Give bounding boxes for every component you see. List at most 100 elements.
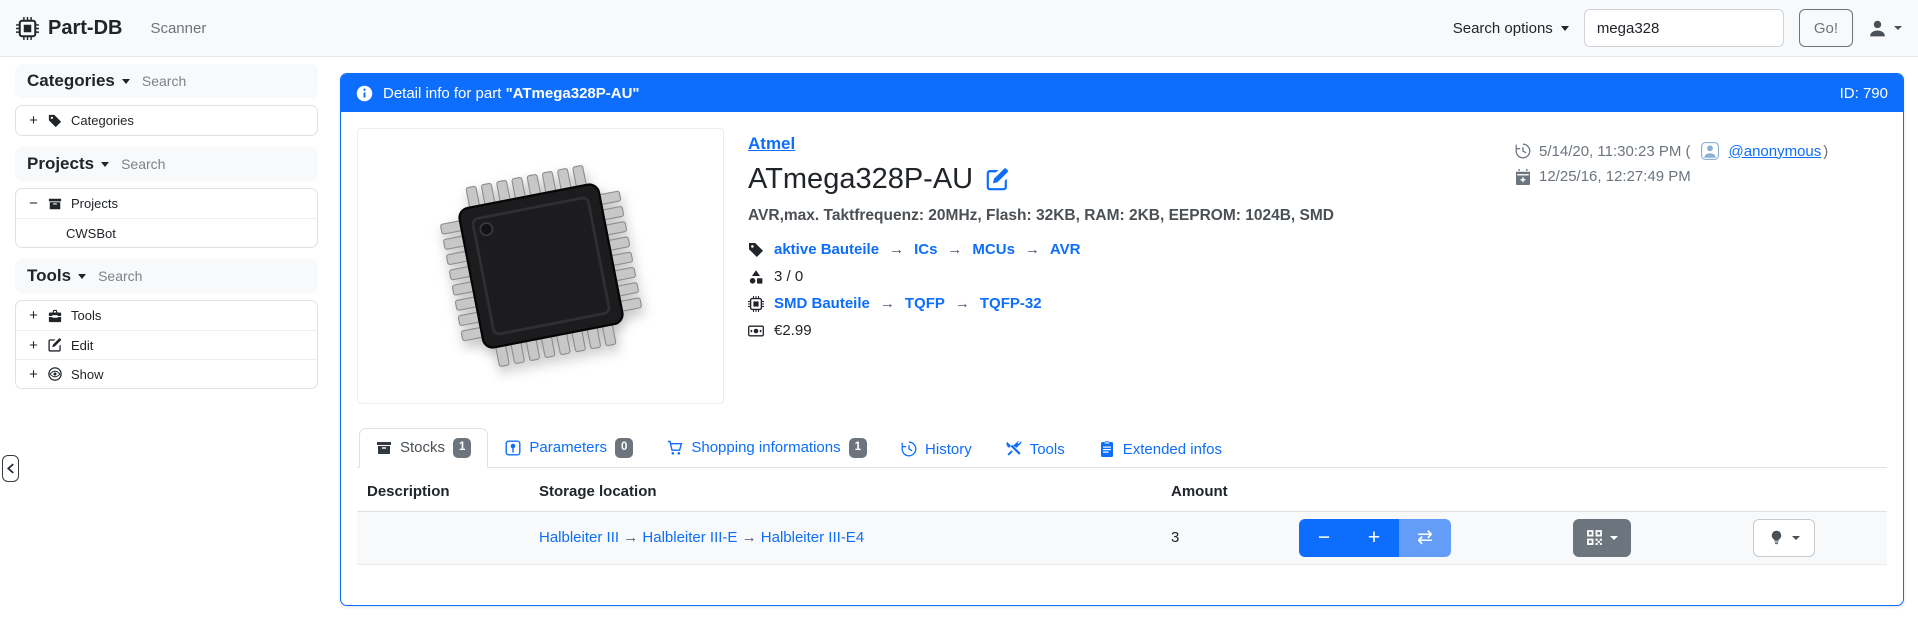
header-prefix: Detail info for part — [383, 85, 506, 102]
footprint-link[interactable]: SMD Bauteile — [774, 295, 870, 312]
footprint-link[interactable]: TQFP-32 — [980, 295, 1042, 312]
tab-shopping-informations[interactable]: Shopping informations 1 — [650, 428, 884, 468]
tools-search-input[interactable] — [98, 268, 306, 284]
cpu-chip-icon — [748, 296, 764, 312]
category-link[interactable]: ICs — [914, 241, 937, 258]
footprint-link[interactable]: TQFP — [905, 295, 945, 312]
chevron-left-icon — [6, 463, 15, 474]
sidebar-section-projects: Projects − Projects CWSBot — [15, 147, 318, 248]
tree-item-label: Categories — [71, 113, 134, 128]
navbar-right-group: Search options Go! — [1453, 9, 1902, 47]
header-text: Detail info for part "ATmega328P-AU" — [383, 85, 640, 102]
footprint-row: SMD Bauteile → TQFP → TQFP-32 — [748, 294, 1491, 313]
projects-dropdown[interactable]: Projects — [27, 154, 109, 174]
tab-label: Stocks — [400, 439, 445, 456]
qr-code-icon — [1586, 529, 1603, 546]
brand-link[interactable]: Part-DB — [16, 17, 122, 40]
tools-icon — [1006, 441, 1022, 457]
categories-dropdown[interactable]: Categories — [27, 71, 130, 91]
tab-tools[interactable]: Tools — [989, 431, 1082, 468]
category-link[interactable]: AVR — [1050, 241, 1081, 258]
tab-badge: 0 — [615, 438, 633, 458]
tab-label: Extended infos — [1123, 441, 1222, 458]
storage-location-link[interactable]: Halbleiter III — [539, 529, 619, 546]
caret-down-icon — [101, 162, 109, 167]
tab-parameters[interactable]: Parameters 0 — [488, 428, 650, 468]
tab-stocks[interactable]: Stocks 1 — [359, 428, 488, 468]
tree-expand-toggle[interactable]: + — [28, 113, 39, 128]
tree-item-edit[interactable]: + Edit — [16, 330, 317, 359]
tree-expand-toggle[interactable]: + — [28, 308, 39, 323]
shapes-icon — [748, 269, 764, 285]
part-description: AVR,max. Taktfrequenz: 20MHz, Flash: 32K… — [748, 207, 1491, 225]
tree-expand-toggle[interactable]: + — [28, 338, 39, 353]
search-options-dropdown[interactable]: Search options — [1453, 20, 1569, 37]
part-image[interactable] — [357, 128, 724, 404]
category-link[interactable]: MCUs — [972, 241, 1015, 258]
tab-history[interactable]: History — [884, 431, 989, 468]
modified-user-link[interactable]: @anonymous — [1729, 143, 1822, 160]
created-row: 12/25/16, 12:27:49 PM — [1515, 168, 1887, 185]
tools-dropdown[interactable]: Tools — [27, 266, 86, 286]
part-db-app: Part-DB Scanner Search options Go! Categ… — [0, 0, 1918, 617]
part-info-column: Atmel ATmega328P-AU AVR,max. Taktfrequen… — [748, 128, 1491, 404]
tree-collapse-toggle[interactable]: − — [28, 196, 39, 211]
part-name-title: ATmega328P-AU — [748, 163, 973, 196]
tab-label: Tools — [1030, 441, 1065, 458]
brand-label: Part-DB — [48, 17, 122, 40]
stock-description-cell — [357, 511, 529, 564]
column-header-amount: Amount — [1161, 470, 1289, 512]
categories-search-input[interactable] — [142, 73, 306, 89]
tab-badge: 1 — [849, 438, 867, 458]
category-link[interactable]: aktive Bauteile — [774, 241, 879, 258]
tree-item-projects[interactable]: − Projects — [16, 189, 317, 218]
part-detail-card: Detail info for part "ATmega328P-AU" ID:… — [340, 73, 1904, 606]
decrease-stock-button[interactable]: − — [1299, 519, 1349, 557]
search-go-button[interactable]: Go! — [1799, 9, 1853, 47]
modified-suffix: ) — [1823, 143, 1828, 160]
tree-expand-toggle[interactable]: + — [28, 367, 39, 382]
tree-item-label: CWSBot — [66, 226, 116, 241]
storage-location-link[interactable]: Halbleiter III-E4 — [761, 529, 864, 546]
increase-stock-button[interactable]: + — [1349, 519, 1399, 557]
tree-item-cwsbot[interactable]: CWSBot — [16, 218, 317, 247]
pencil-square-icon — [48, 338, 62, 352]
caret-down-icon — [1792, 536, 1800, 540]
stocks-table-header-row: Description Storage location Amount — [357, 470, 1887, 512]
categories-section-header: Categories — [15, 64, 318, 98]
sidebar-collapse-button[interactable] — [2, 455, 19, 482]
projects-search-input[interactable] — [121, 156, 306, 172]
qr-code-dropdown-button[interactable] — [1573, 519, 1631, 557]
eye-icon — [48, 367, 62, 381]
tab-label: Shopping informations — [691, 439, 840, 456]
tools-title: Tools — [27, 266, 71, 286]
storage-location-link[interactable]: Halbleiter III-E — [642, 529, 737, 546]
archive-icon — [48, 197, 62, 211]
tools-section-header: Tools — [15, 259, 318, 293]
manufacturer-link[interactable]: Atmel — [748, 134, 795, 154]
stock-location-cell: Halbleiter III → Halbleiter III-E → Halb… — [529, 511, 1161, 564]
part-tabs: Stocks 1 Parameters 0 Shopping informati… — [357, 428, 1887, 468]
label-generator-dropdown-button[interactable] — [1753, 519, 1815, 557]
tree-item-categories[interactable]: + Categories — [16, 106, 317, 135]
arrow-separator: → — [955, 295, 970, 312]
caret-down-icon — [1894, 26, 1902, 30]
column-header-description: Description — [357, 470, 529, 512]
sidebar-section-tools: Tools + Tools + Edit — [15, 259, 318, 389]
part-detail-body: Atmel ATmega328P-AU AVR,max. Taktfrequen… — [341, 112, 1903, 605]
part-detail-header: Detail info for part "ATmega328P-AU" ID:… — [341, 74, 1903, 112]
tree-item-tools[interactable]: + Tools — [16, 301, 317, 330]
tab-extended-infos[interactable]: Extended infos — [1082, 431, 1239, 468]
projects-section-header: Projects — [15, 147, 318, 181]
nav-link-scanner[interactable]: Scanner — [150, 20, 206, 37]
clock-history-icon — [1515, 143, 1531, 159]
categories-title: Categories — [27, 71, 115, 91]
user-menu-dropdown[interactable] — [1868, 19, 1902, 38]
edit-part-button[interactable] — [986, 168, 1009, 191]
move-stock-button[interactable]: ⇄ — [1399, 519, 1451, 557]
qfp-chip-image — [393, 144, 689, 388]
arrow-separator: → — [889, 241, 904, 258]
search-input[interactable] — [1584, 9, 1784, 47]
tree-item-show[interactable]: + Show — [16, 359, 317, 388]
tab-label: Parameters — [529, 439, 607, 456]
